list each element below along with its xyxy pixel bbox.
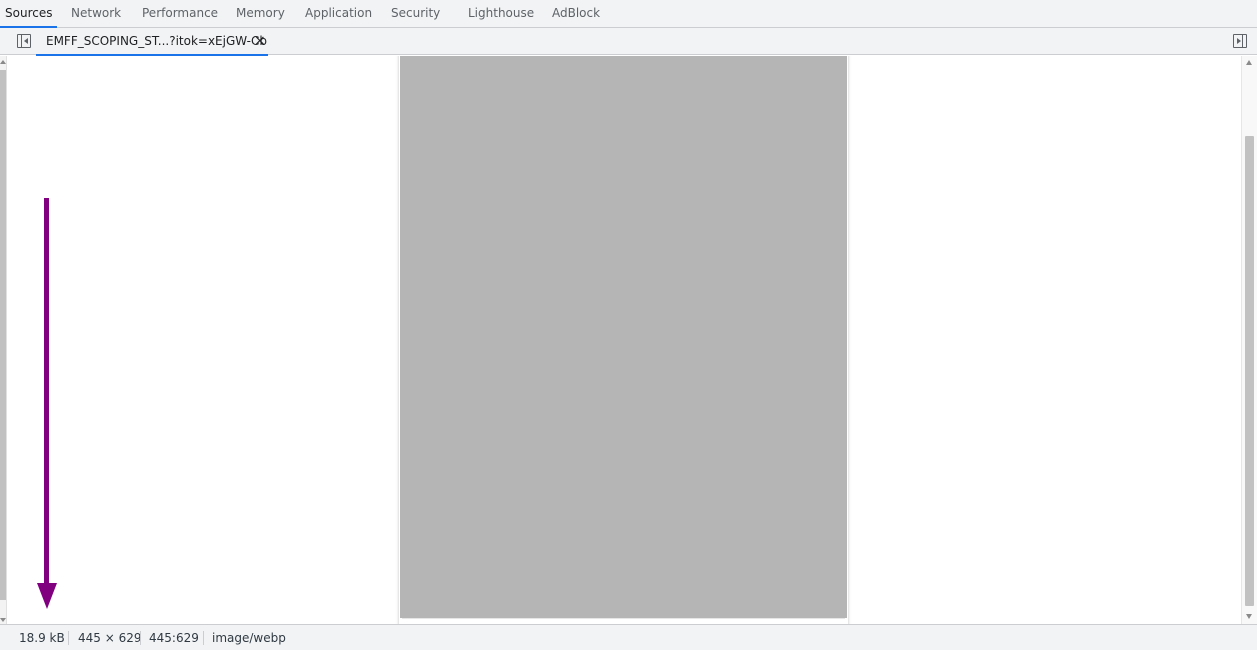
tab-security[interactable]: Security (391, 0, 440, 27)
tab-lighthouse[interactable]: Lighthouse (468, 0, 534, 27)
tab-application[interactable]: Application (305, 0, 372, 27)
image-aspect-ratio: 445:629 (149, 631, 199, 645)
status-divider (68, 631, 69, 645)
file-tab[interactable]: EMFF_SCOPING_ST...?itok=xEjGW-Cb × (36, 28, 268, 56)
close-icon[interactable]: × (254, 28, 266, 54)
down-arrow-icon (37, 583, 57, 609)
previewed-image (399, 56, 848, 624)
image-dimensions: 445 × 629 (78, 631, 142, 645)
status-divider (140, 631, 141, 645)
scroll-down-arrow-icon[interactable] (1246, 614, 1252, 619)
image-status-bar: 18.9 kB 445 × 629 445:629 image/webp (0, 624, 1257, 650)
file-tab-label: EMFF_SCOPING_ST...?itok=xEjGW-Cb (46, 34, 267, 48)
left-scrollbar[interactable] (0, 56, 7, 624)
annotation-arrow-shaft (44, 198, 49, 584)
devtools-panel-tabs: Sources Network Performance Memory Appli… (0, 0, 1257, 28)
left-scrollbar-thumb[interactable] (0, 70, 6, 600)
right-scrollbar-thumb[interactable] (1245, 136, 1254, 606)
image-placeholder (400, 56, 847, 618)
sidebar-left-toggle-icon[interactable] (17, 34, 31, 48)
tab-network[interactable]: Network (71, 0, 121, 27)
tab-performance[interactable]: Performance (142, 0, 218, 27)
tab-sources[interactable]: Sources (0, 0, 58, 28)
tab-memory[interactable]: Memory (236, 0, 285, 27)
sidebar-right-toggle-icon[interactable] (1233, 34, 1247, 48)
scroll-up-arrow-icon[interactable] (0, 60, 6, 64)
image-preview-pane (0, 56, 1257, 624)
scroll-down-arrow-icon[interactable] (0, 618, 6, 622)
tab-adblock[interactable]: AdBlock (552, 0, 600, 27)
image-file-size: 18.9 kB (19, 631, 65, 645)
status-divider (203, 631, 204, 645)
image-mime-type: image/webp (212, 631, 286, 645)
right-scrollbar[interactable] (1241, 56, 1257, 624)
scroll-up-arrow-icon[interactable] (1246, 60, 1252, 65)
editor-tab-bar: EMFF_SCOPING_ST...?itok=xEjGW-Cb × (0, 28, 1257, 56)
